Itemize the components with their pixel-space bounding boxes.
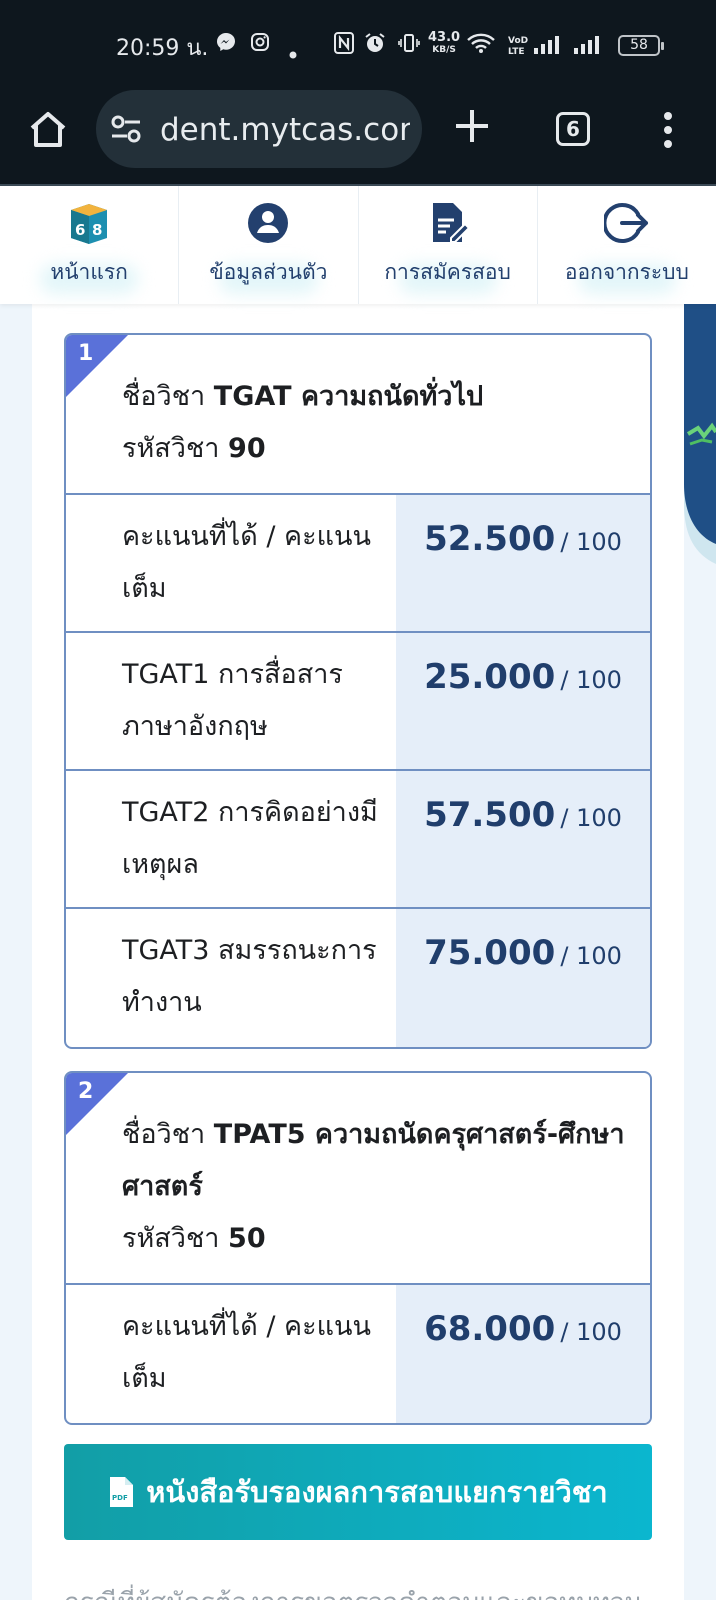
score-value: 75.000 <box>424 933 556 973</box>
new-tab-button[interactable] <box>452 106 492 146</box>
more-vert-icon <box>664 112 672 148</box>
subject-header: ชื่อวิชา TGAT ความถนัดทั่วไป รหัสวิชา 90 <box>66 335 650 495</box>
full-score: / 100 <box>560 528 622 556</box>
messenger-icon <box>216 32 236 57</box>
score-row-label: TGAT3 สมรรถนะการทำงาน <box>122 935 377 1018</box>
svg-text:6: 6 <box>75 221 85 239</box>
nav-label-home: หน้าแรก <box>50 260 128 284</box>
footnote-text: กรณีที่ผู้สมัครต้องการขอตรวจคำตอบและขอทบ… <box>64 1582 654 1600</box>
score-row-tgat3: TGAT3 สมรรถนะการทำงาน 75.000 / 100 <box>66 909 650 1047</box>
subject-name: TGAT ความถนัดทั่วไป <box>213 381 484 412</box>
svg-text:LTE: LTE <box>508 47 525 56</box>
score-row-value: 25.000 / 100 <box>396 633 650 769</box>
address-bar[interactable]: dent.mytcas.com <box>96 90 422 168</box>
card-number: 2 <box>78 1079 94 1104</box>
full-score: / 100 <box>560 1318 622 1346</box>
nav-label-profile: ข้อมูลส่วนตัว <box>209 260 328 284</box>
subject-prefix: ชื่อวิชา <box>122 381 206 412</box>
wifi-icon <box>466 32 496 59</box>
browser-menu-button[interactable] <box>656 108 680 152</box>
subject-code: 90 <box>228 433 266 464</box>
subject-header: ชื่อวิชา TPAT5 ความถนัดครุศาสตร์-ศึกษาศา… <box>66 1073 650 1285</box>
subject-code-line: รหัสวิชา 50 <box>122 1213 630 1265</box>
user-circle-icon <box>248 203 289 243</box>
pdf-icon: PDF <box>110 1477 134 1507</box>
card-number-badge <box>66 335 128 397</box>
score-row-total: คะแนนที่ได้ / คะแนนเต็ม 68.000 / 100 <box>66 1285 650 1423</box>
nav-item-home[interactable]: 6 8 หน้าแรก <box>0 186 180 304</box>
form-edit-icon <box>432 203 471 243</box>
score-row-value: 75.000 / 100 <box>396 909 650 1047</box>
nav-label-logout: ออกจากระบบ <box>564 260 689 284</box>
score-row-label: คะแนนที่ได้ / คะแนนเต็ม <box>122 521 371 604</box>
full-score: / 100 <box>560 666 622 694</box>
volte-icon: VoD LTE <box>506 34 528 61</box>
subject-card-2: 2 ชื่อวิชา TPAT5 ความถนัดครุศาสตร์-ศึกษา… <box>64 1071 652 1425</box>
card-number: 1 <box>78 341 94 366</box>
nav-item-application[interactable]: การสมัครสอบ <box>359 186 538 304</box>
url-text[interactable]: dent.mytcas.com <box>160 112 410 148</box>
network-speed: 43.0 KB/S <box>428 30 461 56</box>
status-time: 20:59 น. <box>116 36 209 61</box>
score-row-label: TGAT2 การคิดอย่างมีเหตุผล <box>122 797 378 880</box>
card-number-badge <box>66 1073 128 1135</box>
nav-label-application: การสมัครสอบ <box>384 260 511 284</box>
dot-icon <box>289 40 297 64</box>
browser-toolbar: dent.mytcas.com 6 <box>0 90 716 186</box>
battery-indicator: 58 <box>618 35 664 56</box>
score-row-total: คะแนนที่ได้ / คะแนนเต็ม 52.500 / 100 <box>66 495 650 633</box>
score-value: 52.500 <box>424 519 556 559</box>
home-button[interactable] <box>26 108 70 152</box>
code-prefix: รหัสวิชา <box>122 1223 220 1254</box>
score-row-value: 57.500 / 100 <box>396 771 650 907</box>
nav-item-logout[interactable]: ออกจากระบบ <box>538 186 716 304</box>
tab-switcher-button[interactable]: 6 <box>556 112 590 146</box>
pdf-icon-label: PDF <box>112 1494 128 1502</box>
subject-code: 50 <box>228 1223 266 1254</box>
subject-prefix: ชื่อวิชา <box>122 1119 206 1150</box>
full-score: / 100 <box>560 804 622 832</box>
home-logo-icon: 6 8 <box>71 204 108 244</box>
nfc-icon <box>334 32 354 59</box>
score-row-tgat1: TGAT1 การสื่อสารภาษาอังกฤษ 25.000 / 100 <box>66 633 650 771</box>
site-settings-icon[interactable] <box>110 114 142 144</box>
score-row-label: คะแนนที่ได้ / คะแนนเต็ม <box>122 1311 371 1394</box>
nav-item-profile[interactable]: ข้อมูลส่วนตัว <box>179 186 359 304</box>
instagram-icon <box>250 32 270 57</box>
subject-card-1: 1 ชื่อวิชา TGAT ความถนัดทั่วไป รหัสวิชา … <box>64 333 652 1049</box>
status-bar: 20:59 น. 43.0 KB/S VoD LTE 58 <box>0 0 716 90</box>
logout-icon <box>603 203 648 243</box>
app-navigation: 6 8 หน้าแรก ข้อมูลส่วนตัว การสมัครสอบ ออ… <box>0 186 716 304</box>
full-score: / 100 <box>560 942 622 970</box>
score-row-value: 52.500 / 100 <box>396 495 650 631</box>
vibrate-icon <box>398 32 420 59</box>
signal-icon-sim2 <box>574 36 599 54</box>
certificate-button-label: หนังสือรับรองผลการสอบแยกรายวิชา <box>146 1475 608 1509</box>
network-speed-value: 43.0 <box>428 30 461 45</box>
score-row-label: TGAT1 การสื่อสารภาษาอังกฤษ <box>122 659 343 742</box>
subject-code-line: รหัสวิชา 90 <box>122 423 630 475</box>
signal-icon-sim1 <box>534 36 559 54</box>
subject-name-line: ชื่อวิชา TPAT5 ความถนัดครุศาสตร์-ศึกษาศา… <box>122 1109 630 1213</box>
score-value: 57.500 <box>424 795 556 835</box>
score-row-value: 68.000 / 100 <box>396 1285 650 1423</box>
svg-text:8: 8 <box>92 221 102 239</box>
plus-icon <box>456 110 488 142</box>
svg-text:VoD: VoD <box>508 36 528 46</box>
score-value: 68.000 <box>424 1309 556 1349</box>
alarm-icon <box>364 32 386 59</box>
code-prefix: รหัสวิชา <box>122 433 220 464</box>
network-speed-unit: KB/S <box>432 45 456 55</box>
decorative-illustration <box>684 304 716 564</box>
subject-name-line: ชื่อวิชา TGAT ความถนัดทั่วไป <box>122 371 630 423</box>
score-row-tgat2: TGAT2 การคิดอย่างมีเหตุผล 57.500 / 100 <box>66 771 650 909</box>
score-value: 25.000 <box>424 657 556 697</box>
certificate-download-button[interactable]: PDF หนังสือรับรองผลการสอบแยกรายวิชา <box>64 1444 652 1540</box>
home-icon <box>30 112 66 147</box>
